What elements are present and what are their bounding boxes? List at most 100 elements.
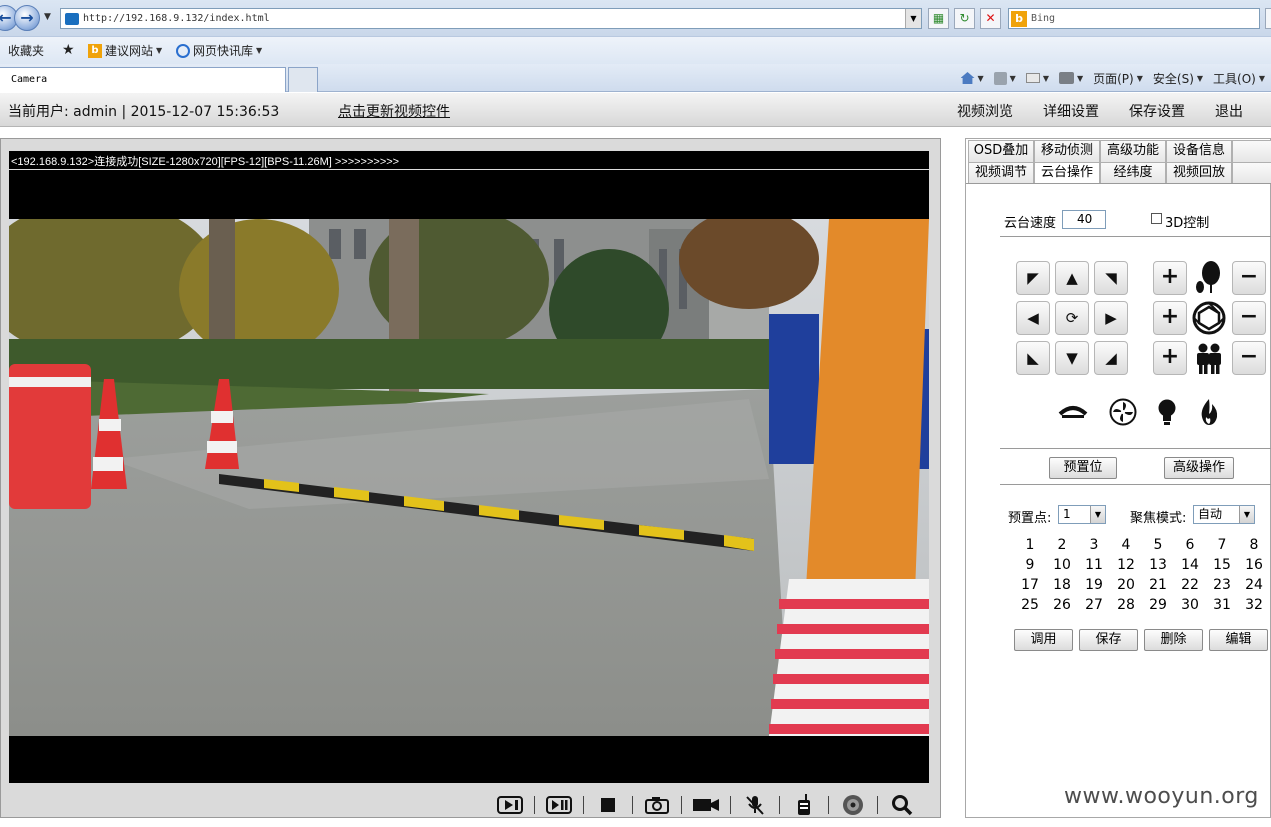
zoom-plus-button[interactable]: + [1153,341,1187,375]
preset-number[interactable]: 8 [1238,535,1270,555]
preset-save-button[interactable]: 保存 [1079,629,1138,651]
add-favorite-star-icon[interactable]: ★ [62,42,75,58]
3d-control-checkbox[interactable] [1151,213,1162,224]
preset-number[interactable]: 32 [1238,595,1270,615]
nav-save-settings[interactable]: 保存设置 [1129,101,1185,121]
ptz-down-button[interactable]: ▼ [1055,341,1089,375]
preset-point-select[interactable]: 1 ▼ [1058,505,1106,524]
ptz-up-right-button[interactable]: ◥ [1094,261,1128,295]
preset-number[interactable]: 26 [1046,595,1078,615]
tab-advanced[interactable]: 高级功能 [1100,140,1166,162]
preset-number[interactable]: 10 [1046,555,1078,575]
tab-ptz[interactable]: 云台操作 [1034,162,1100,184]
ptz-up-button[interactable]: ▲ [1055,261,1089,295]
preset-number[interactable]: 2 [1046,535,1078,555]
preset-number[interactable]: 12 [1110,555,1142,575]
preset-button[interactable]: 预置位 [1049,457,1117,479]
feeds-button[interactable]: ▼ [993,71,1016,85]
history-dropdown-icon[interactable]: ▼ [44,12,51,22]
search-go-button[interactable] [1265,8,1271,29]
preset-number[interactable]: 16 [1238,555,1270,575]
fav-suggested-sites[interactable]: b 建议网站 ▼ [88,42,162,59]
wiper-button[interactable] [1058,397,1088,427]
home-button[interactable]: ▼ [960,72,984,84]
preset-number[interactable]: 29 [1142,595,1174,615]
stop-video-button[interactable] [589,794,627,816]
page-menu[interactable]: 页面(P) ▼ [1093,70,1143,87]
fav-web-slices[interactable]: 网页快讯库 ▼ [176,42,262,59]
preset-number[interactable]: 17 [1014,575,1046,595]
preset-number[interactable]: 24 [1238,575,1270,595]
preset-call-button[interactable]: 调用 [1014,629,1073,651]
focus-minus-button[interactable]: − [1232,261,1266,295]
tab-privacy-mask[interactable]: 遮挡 [1232,140,1271,162]
ptz-right-button[interactable]: ▶ [1094,301,1128,335]
record-button[interactable] [687,794,725,816]
light-button[interactable] [1152,397,1182,427]
focus-plus-button[interactable]: + [1153,261,1187,295]
search-field[interactable]: b Bing [1008,8,1260,29]
preset-delete-button[interactable]: 删除 [1144,629,1203,651]
preset-number[interactable]: 21 [1142,575,1174,595]
ptz-down-left-button[interactable]: ◣ [1016,341,1050,375]
tools-menu[interactable]: 工具(O) ▼ [1213,70,1265,87]
update-plugin-link[interactable]: 点击更新视频控件 [338,101,450,121]
preset-number[interactable]: 14 [1174,555,1206,575]
preset-number[interactable]: 1 [1014,535,1046,555]
preset-number[interactable]: 9 [1014,555,1046,575]
advanced-operation-button[interactable]: 高级操作 [1164,457,1234,479]
video-player[interactable]: <192.168.9.132>连接成功[SIZE-1280x720][FPS-1… [9,151,929,783]
preset-number[interactable]: 30 [1174,595,1206,615]
refresh-button[interactable]: ↻ [954,8,975,29]
tab-motion-detect[interactable]: 移动侦测 [1034,140,1100,162]
ptz-auto-rotate-button[interactable]: ⟳ [1055,301,1089,335]
favorites-button[interactable]: 收藏夹 [8,42,44,59]
nav-detailed-settings[interactable]: 详细设置 [1043,101,1099,121]
zoom-button[interactable] [883,794,921,816]
preset-number[interactable]: 28 [1110,595,1142,615]
safety-menu[interactable]: 安全(S) ▼ [1153,70,1203,87]
pause-button[interactable] [540,794,578,816]
disc-button[interactable] [834,794,872,816]
stop-button[interactable]: ✕ [980,8,1001,29]
tab-osd[interactable]: OSD叠加 [968,140,1034,162]
preset-number[interactable]: 20 [1110,575,1142,595]
tab-device-info[interactable]: 设备信息 [1166,140,1232,162]
preset-number[interactable]: 27 [1078,595,1110,615]
tab-video-more[interactable]: 视频 [1232,162,1271,184]
heater-button[interactable] [1194,397,1224,427]
preset-number[interactable]: 6 [1174,535,1206,555]
preset-number[interactable]: 31 [1206,595,1238,615]
mail-button[interactable]: ▼ [1025,73,1049,83]
play-button[interactable] [491,794,529,816]
ptz-left-button[interactable]: ◀ [1016,301,1050,335]
preset-number[interactable]: 4 [1110,535,1142,555]
preset-number[interactable]: 23 [1206,575,1238,595]
preset-number[interactable]: 19 [1078,575,1110,595]
preset-number[interactable]: 18 [1046,575,1078,595]
compatibility-view-button[interactable]: ▦ [928,8,949,29]
iris-minus-button[interactable]: − [1232,301,1266,335]
iris-plus-button[interactable]: + [1153,301,1187,335]
new-tab-button[interactable] [288,67,318,92]
address-field[interactable]: http://192.168.9.132/index.html ▼ [60,8,922,29]
ptz-down-right-button[interactable]: ◢ [1094,341,1128,375]
address-dropdown-icon[interactable]: ▼ [905,9,921,28]
nav-video-browse[interactable]: 视频浏览 [957,101,1013,121]
audio-button[interactable] [736,794,774,816]
preset-number[interactable]: 5 [1142,535,1174,555]
preset-number[interactable]: 13 [1142,555,1174,575]
nav-logout[interactable]: 退出 [1215,101,1243,121]
tab-camera[interactable]: Camera [0,67,286,92]
preset-edit-button[interactable]: 编辑 [1209,629,1268,651]
preset-number[interactable]: 3 [1078,535,1110,555]
talk-button[interactable] [785,794,823,816]
forward-button[interactable]: → [14,5,40,31]
fan-button[interactable] [1108,397,1138,427]
focus-mode-select[interactable]: 自动 ▼ [1193,505,1255,524]
preset-number[interactable]: 25 [1014,595,1046,615]
preset-number[interactable]: 7 [1206,535,1238,555]
tab-latlong[interactable]: 经纬度 [1100,162,1166,184]
ptz-speed-input[interactable]: 40 [1062,210,1106,229]
preset-number[interactable]: 11 [1078,555,1110,575]
